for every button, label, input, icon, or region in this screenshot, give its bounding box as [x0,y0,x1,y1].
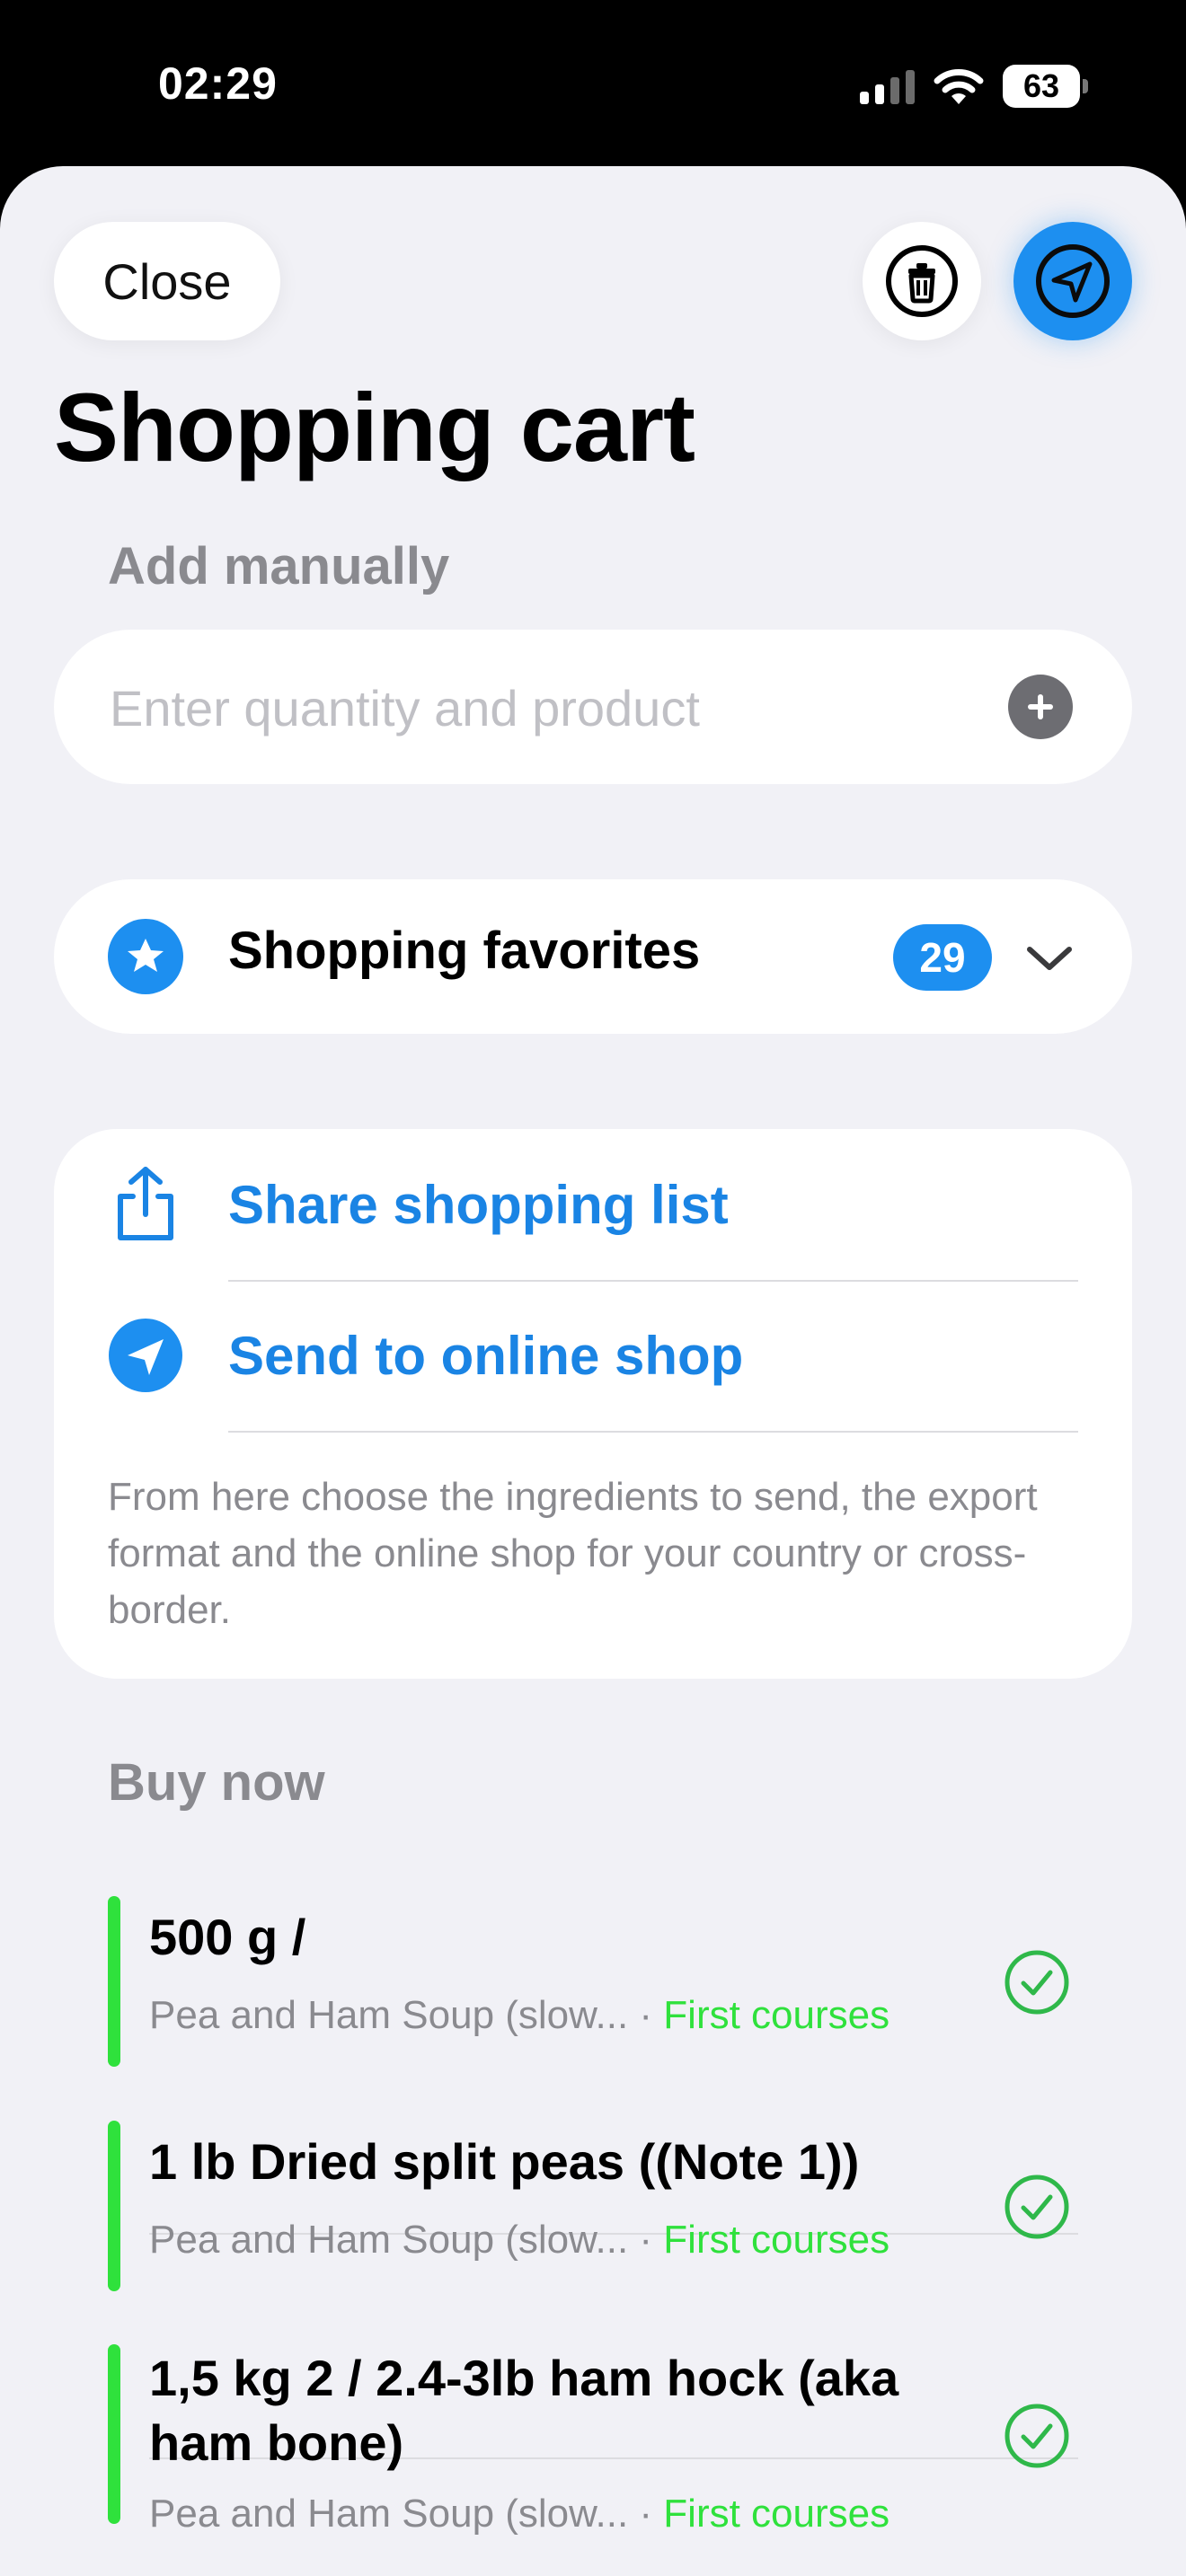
buy-now-label: Buy now [108,1753,325,1812]
item-title: 1,5 kg 2 / 2.4-3lb ham hock (aka ham bon… [149,2350,899,2471]
status-icons: 63 [860,61,1088,111]
add-manually-field [54,630,1132,786]
wifi-icon [934,69,984,104]
item-category: First courses [663,1993,890,2037]
list-item[interactable]: 500 g / Pea and Ham Soup (slow... · Firs… [108,1896,1078,2067]
item-recipe: Pea and Ham Soup (slow... [149,2492,629,2536]
add-product-input[interactable] [108,630,1010,786]
send-to-shop-button[interactable] [1013,222,1132,340]
divider [228,1431,1078,1433]
close-button[interactable]: Close [54,222,280,340]
share-shopping-list-row[interactable]: Share shopping list [54,1129,1132,1280]
status-time: 02:29 [158,58,278,109]
send-circle-icon [108,1316,183,1395]
item-category: First courses [663,2218,890,2262]
list-item[interactable]: 1 lb Dried split peas ((Note 1)) Pea and… [108,2121,1078,2291]
star-icon [108,919,183,994]
item-title: 1 lb Dried split peas ((Note 1)) [149,2133,860,2190]
item-subtitle: Pea and Ham Soup (slow... · First course… [149,2492,890,2536]
export-actions-card: Share shopping list Send to online shop … [54,1129,1132,1679]
item-recipe: Pea and Ham Soup (slow... [149,1993,629,2037]
page-title: Shopping cart [54,373,695,481]
category-color-bar [108,2121,120,2291]
item-recipe: Pea and Ham Soup (slow... [149,2218,629,2262]
check-circle-icon[interactable] [1003,2173,1071,2241]
check-circle-icon[interactable] [1003,1948,1071,2016]
shopping-favorites-label: Shopping favorites [228,922,701,980]
cellular-signal-icon [860,68,915,104]
status-bar: 02:29 63 [0,0,1186,171]
item-category: First courses [663,2492,890,2536]
check-circle-icon[interactable] [1003,2402,1071,2470]
send-icon [1036,244,1110,318]
shopping-favorites-row[interactable]: Shopping favorites 29 [54,879,1132,1034]
send-to-online-shop-row[interactable]: Send to online shop [54,1280,1132,1431]
chevron-down-icon[interactable] [1022,931,1076,985]
trash-icon [886,245,958,317]
send-to-online-shop-label: Send to online shop [228,1326,744,1386]
favorites-count-badge: 29 [893,924,992,991]
share-icon [108,1165,183,1244]
category-color-bar [108,1896,120,2067]
list-item[interactable]: 1,5 kg 2 / 2.4-3lb ham hock (aka ham bon… [108,2344,1078,2536]
share-shopping-list-label: Share shopping list [228,1175,729,1235]
plus-circle-icon[interactable] [1008,675,1073,739]
shopping-cart-sheet: Close Shopping cart Add manually Enter q… [0,166,1186,2576]
delete-all-button[interactable] [863,222,981,340]
category-color-bar [108,2344,120,2524]
item-subtitle: Pea and Ham Soup (slow... · First course… [149,1993,890,2037]
plus-icon [1028,694,1053,719]
export-note: From here choose the ingredients to send… [108,1475,1038,1632]
battery-level: 63 [1022,67,1060,104]
item-title: 500 g / [149,1909,306,1965]
add-manually-label: Add manually [108,537,450,595]
battery-icon: 63 [1003,65,1088,108]
item-subtitle: Pea and Ham Soup (slow... · First course… [149,2218,890,2262]
